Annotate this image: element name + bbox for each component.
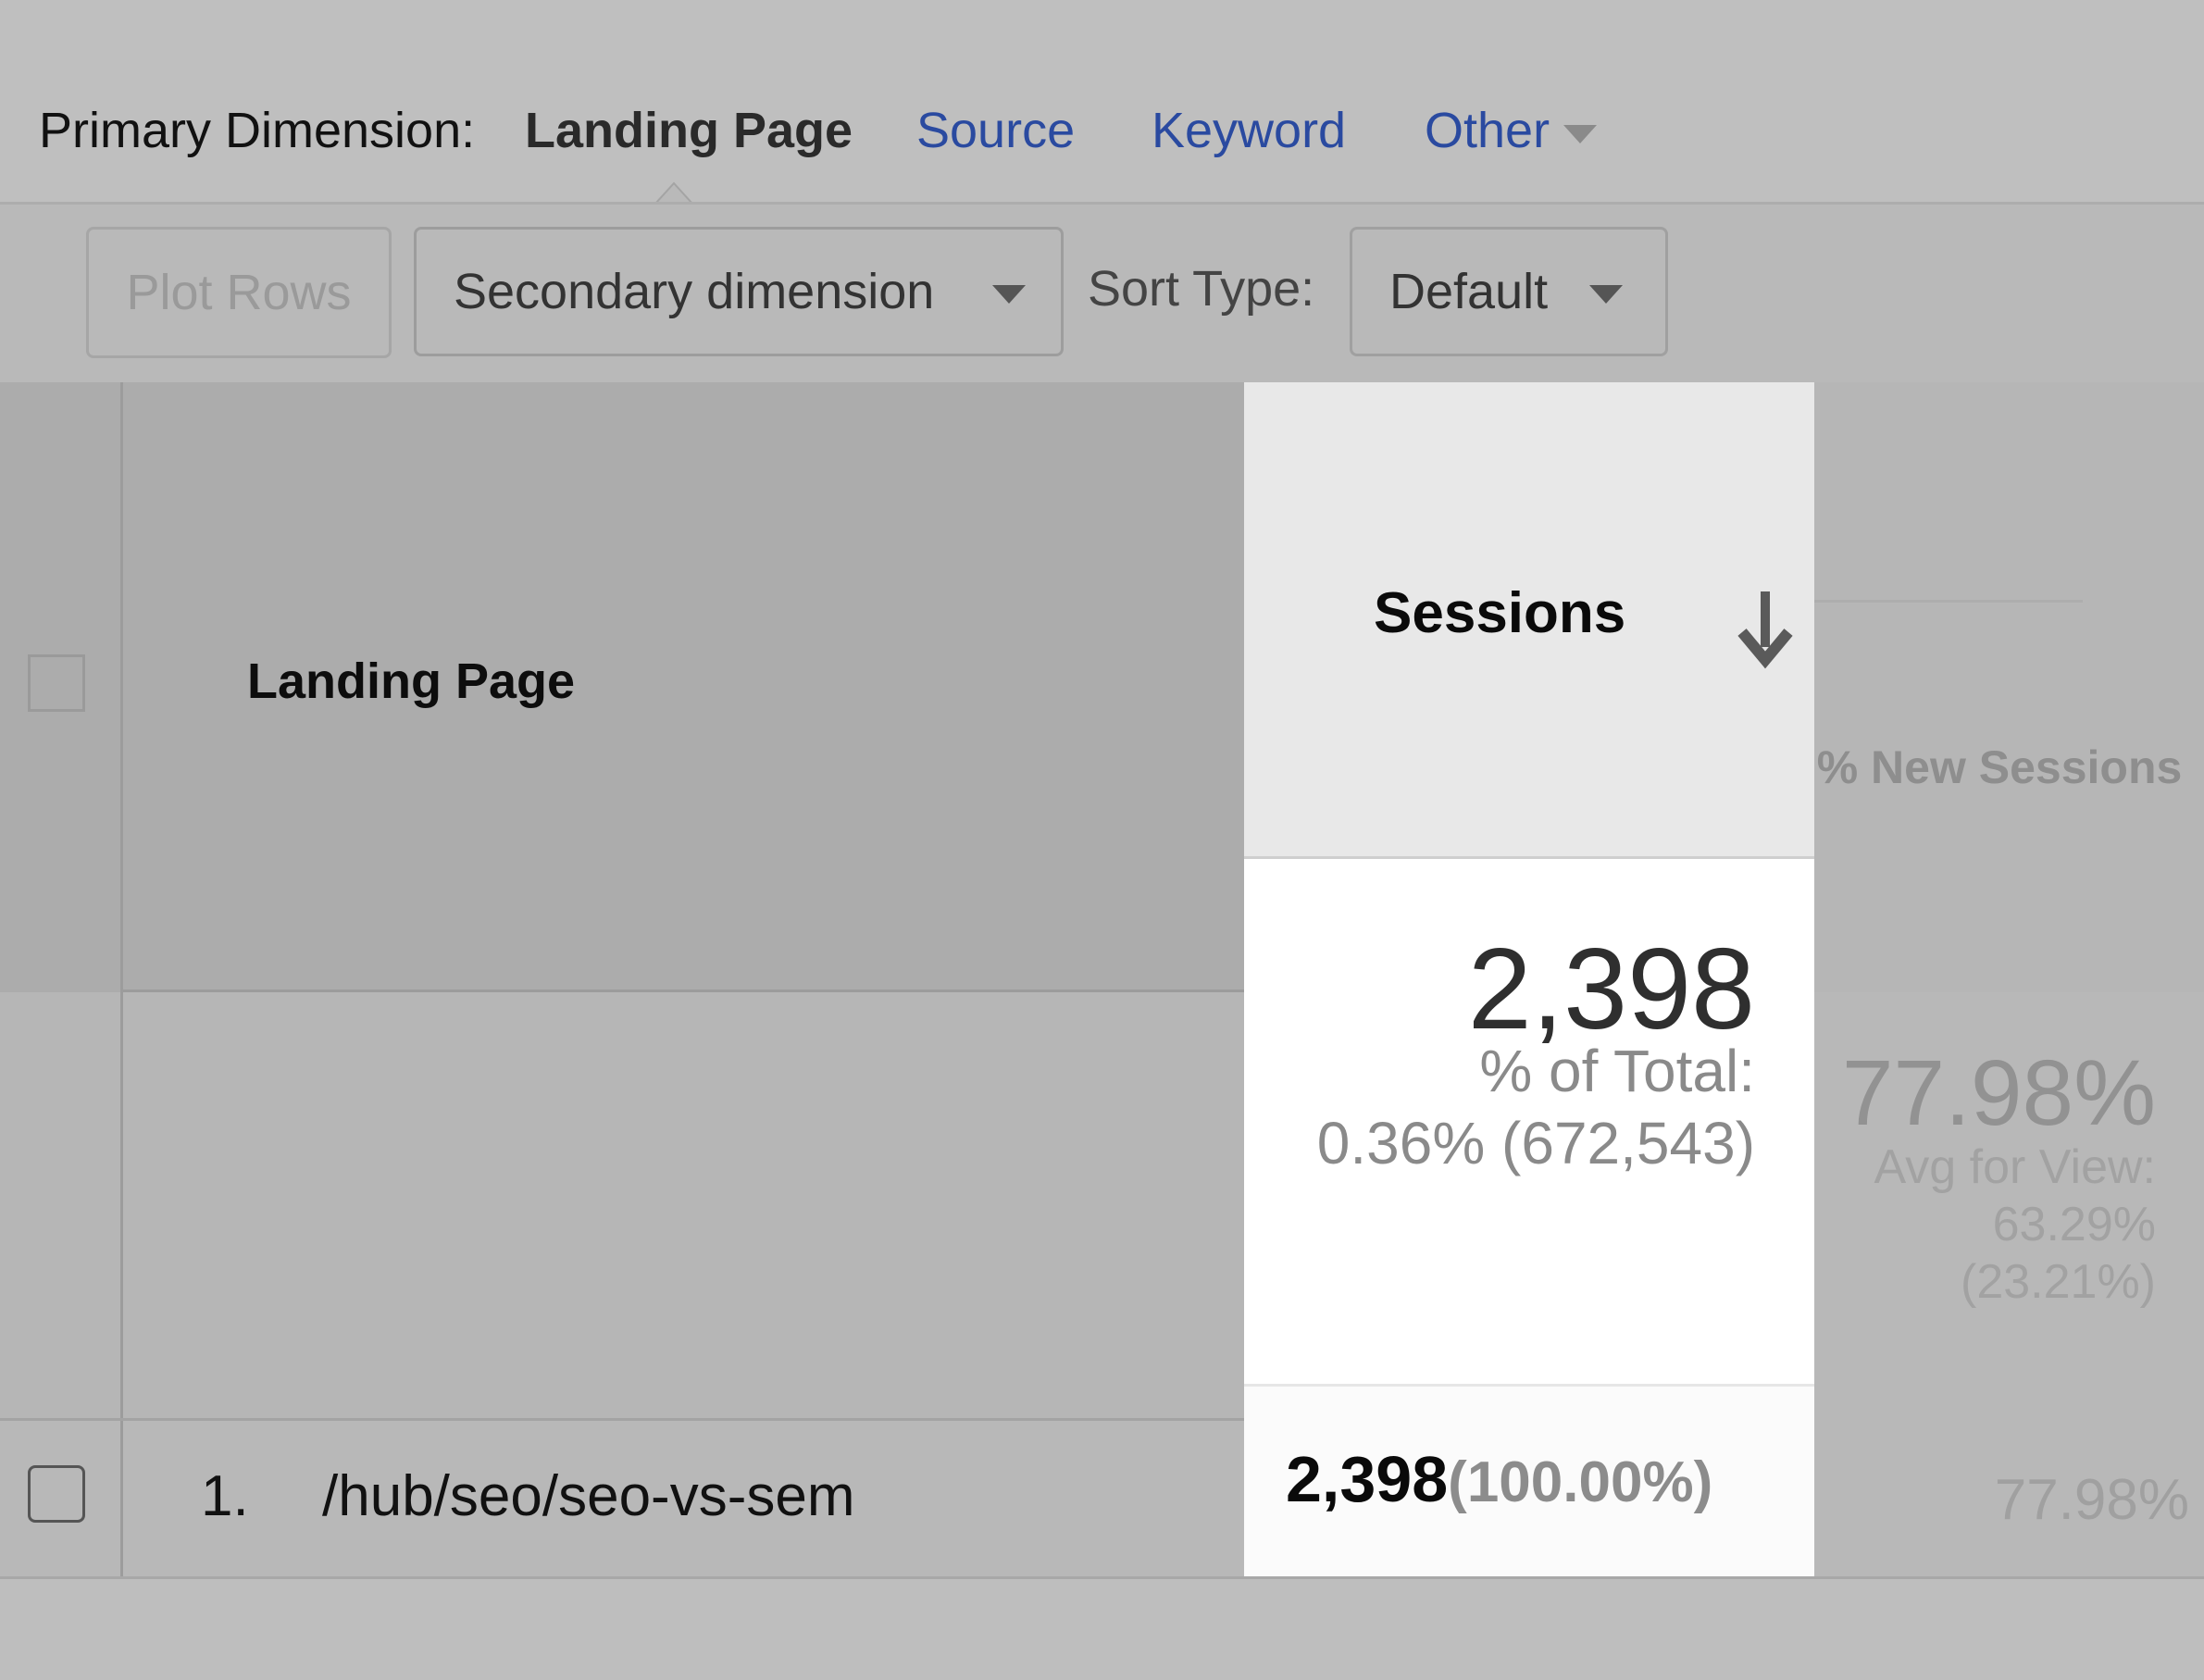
plot-rows-button[interactable]: Plot Rows <box>86 227 392 358</box>
chevron-down-icon <box>1589 285 1623 304</box>
row-sessions-cell: 2,398(100.00%) <box>1244 1384 1814 1576</box>
secondary-dimension-label: Secondary dimension <box>454 264 935 319</box>
totals-sessions-cell: 2,398 % of Total: 0.36% (672,543) <box>1244 859 1814 1384</box>
totals-new-sessions-cell: 77.98% Avg for View: 63.29% (23.21%) <box>1814 992 2204 1421</box>
sort-type-label: Sort Type: <box>1088 261 1315 317</box>
avg-for-view-label: Avg for View: <box>1874 1140 2156 1194</box>
total-sessions-percent: % of Total: 0.36% (672,543) <box>1317 1035 1755 1179</box>
avg-for-view-value: 63.29% <box>1992 1198 2156 1251</box>
table-toolbar: Plot Rows Secondary dimension Sort Type:… <box>0 202 2204 385</box>
total-new-sessions-value: 77.98% <box>1841 1041 2156 1145</box>
table-row-checkbox-cell <box>0 1421 123 1576</box>
row-sessions-value: 2,398(100.00%) <box>1286 1442 1712 1516</box>
header-new-sessions-cell[interactable]: % New Sessions <box>1814 382 2204 992</box>
percent-of-total-label: % of Total: <box>1479 1038 1755 1104</box>
chevron-down-icon <box>992 285 1026 304</box>
select-all-checkbox[interactable] <box>28 654 85 712</box>
header-landing-page-cell[interactable]: Landing Page <box>123 382 1244 992</box>
footer-area <box>0 1579 2204 1680</box>
totals-landing-page-cell <box>123 992 1244 1421</box>
primary-dimension-label: Primary Dimension: <box>39 103 476 158</box>
avg-for-view-delta: (23.21%) <box>1961 1255 2156 1309</box>
sort-type-dropdown[interactable]: Default <box>1350 227 1668 356</box>
other-dropdown-caret-icon[interactable] <box>1563 125 1597 143</box>
primary-dimension-landing-page[interactable]: Landing Page <box>525 102 853 159</box>
primary-dimension-source[interactable]: Source <box>916 102 1075 159</box>
sort-type-value: Default <box>1389 264 1549 319</box>
primary-dimension-bar: Primary Dimension: Landing Page Source K… <box>0 0 2204 204</box>
secondary-dimension-dropdown[interactable]: Secondary dimension <box>414 227 1064 356</box>
arrow-down-icon[interactable] <box>1735 588 1796 671</box>
table-row: 1. /hub/seo/seo-vs-sem <box>123 1421 1244 1576</box>
row-sessions-percent: (100.00%) <box>1448 1450 1713 1514</box>
row-sessions-count: 2,398 <box>1286 1443 1449 1515</box>
header-group-cell <box>1814 382 2083 603</box>
landing-page-column-header[interactable]: Landing Page <box>247 653 575 710</box>
new-sessions-column-header[interactable]: % New Sessions <box>1814 739 2185 796</box>
header-sessions-cell[interactable]: Sessions <box>1244 382 1814 859</box>
row-checkbox[interactable] <box>28 1465 85 1523</box>
plot-rows-label: Plot Rows <box>126 265 352 320</box>
primary-dimension-keyword[interactable]: Keyword <box>1152 102 1346 159</box>
active-tab-notch-icon <box>655 181 692 204</box>
primary-dimension-other[interactable]: Other <box>1425 102 1550 159</box>
row-new-sessions-value: 77.98% <box>1994 1468 2189 1532</box>
row-new-sessions-cell: 77.98% <box>1814 1421 2204 1576</box>
sessions-column-header[interactable]: Sessions <box>1374 580 1625 646</box>
avg-for-view: Avg for View: 63.29% (23.21%) <box>1874 1139 2156 1311</box>
header-checkbox-cell <box>0 382 123 992</box>
row-landing-page-link[interactable]: /hub/seo/seo-vs-sem <box>322 1463 854 1529</box>
percent-of-total-detail: 0.36% (672,543) <box>1316 1110 1755 1176</box>
totals-checkbox-cell <box>0 992 123 1421</box>
row-index: 1. <box>201 1464 249 1528</box>
